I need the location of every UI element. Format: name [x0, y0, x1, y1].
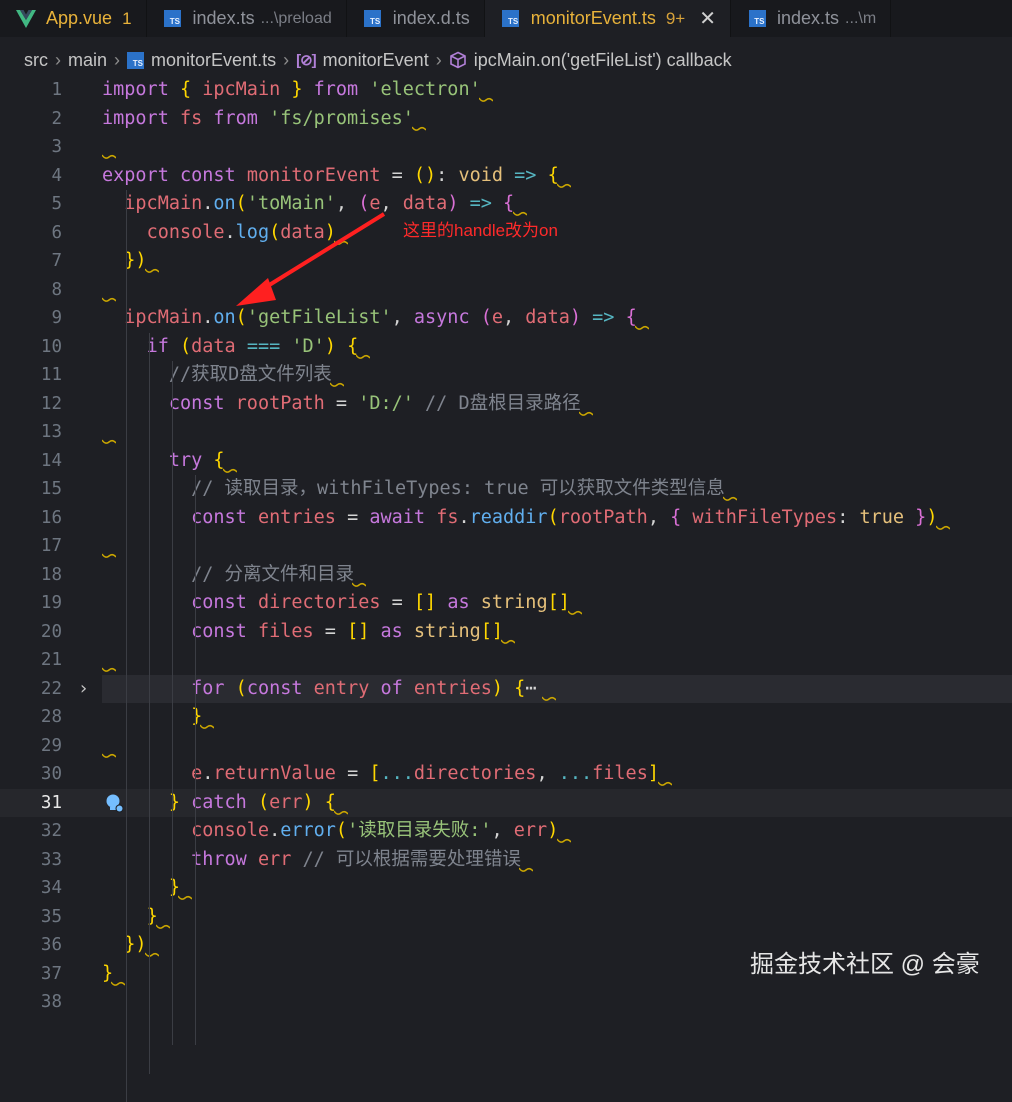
annotation-text: 这里的handle改为on [403, 221, 558, 240]
annotation-arrow [236, 212, 386, 306]
watermark: 掘金技术社区 @ 会豪 [750, 951, 980, 978]
